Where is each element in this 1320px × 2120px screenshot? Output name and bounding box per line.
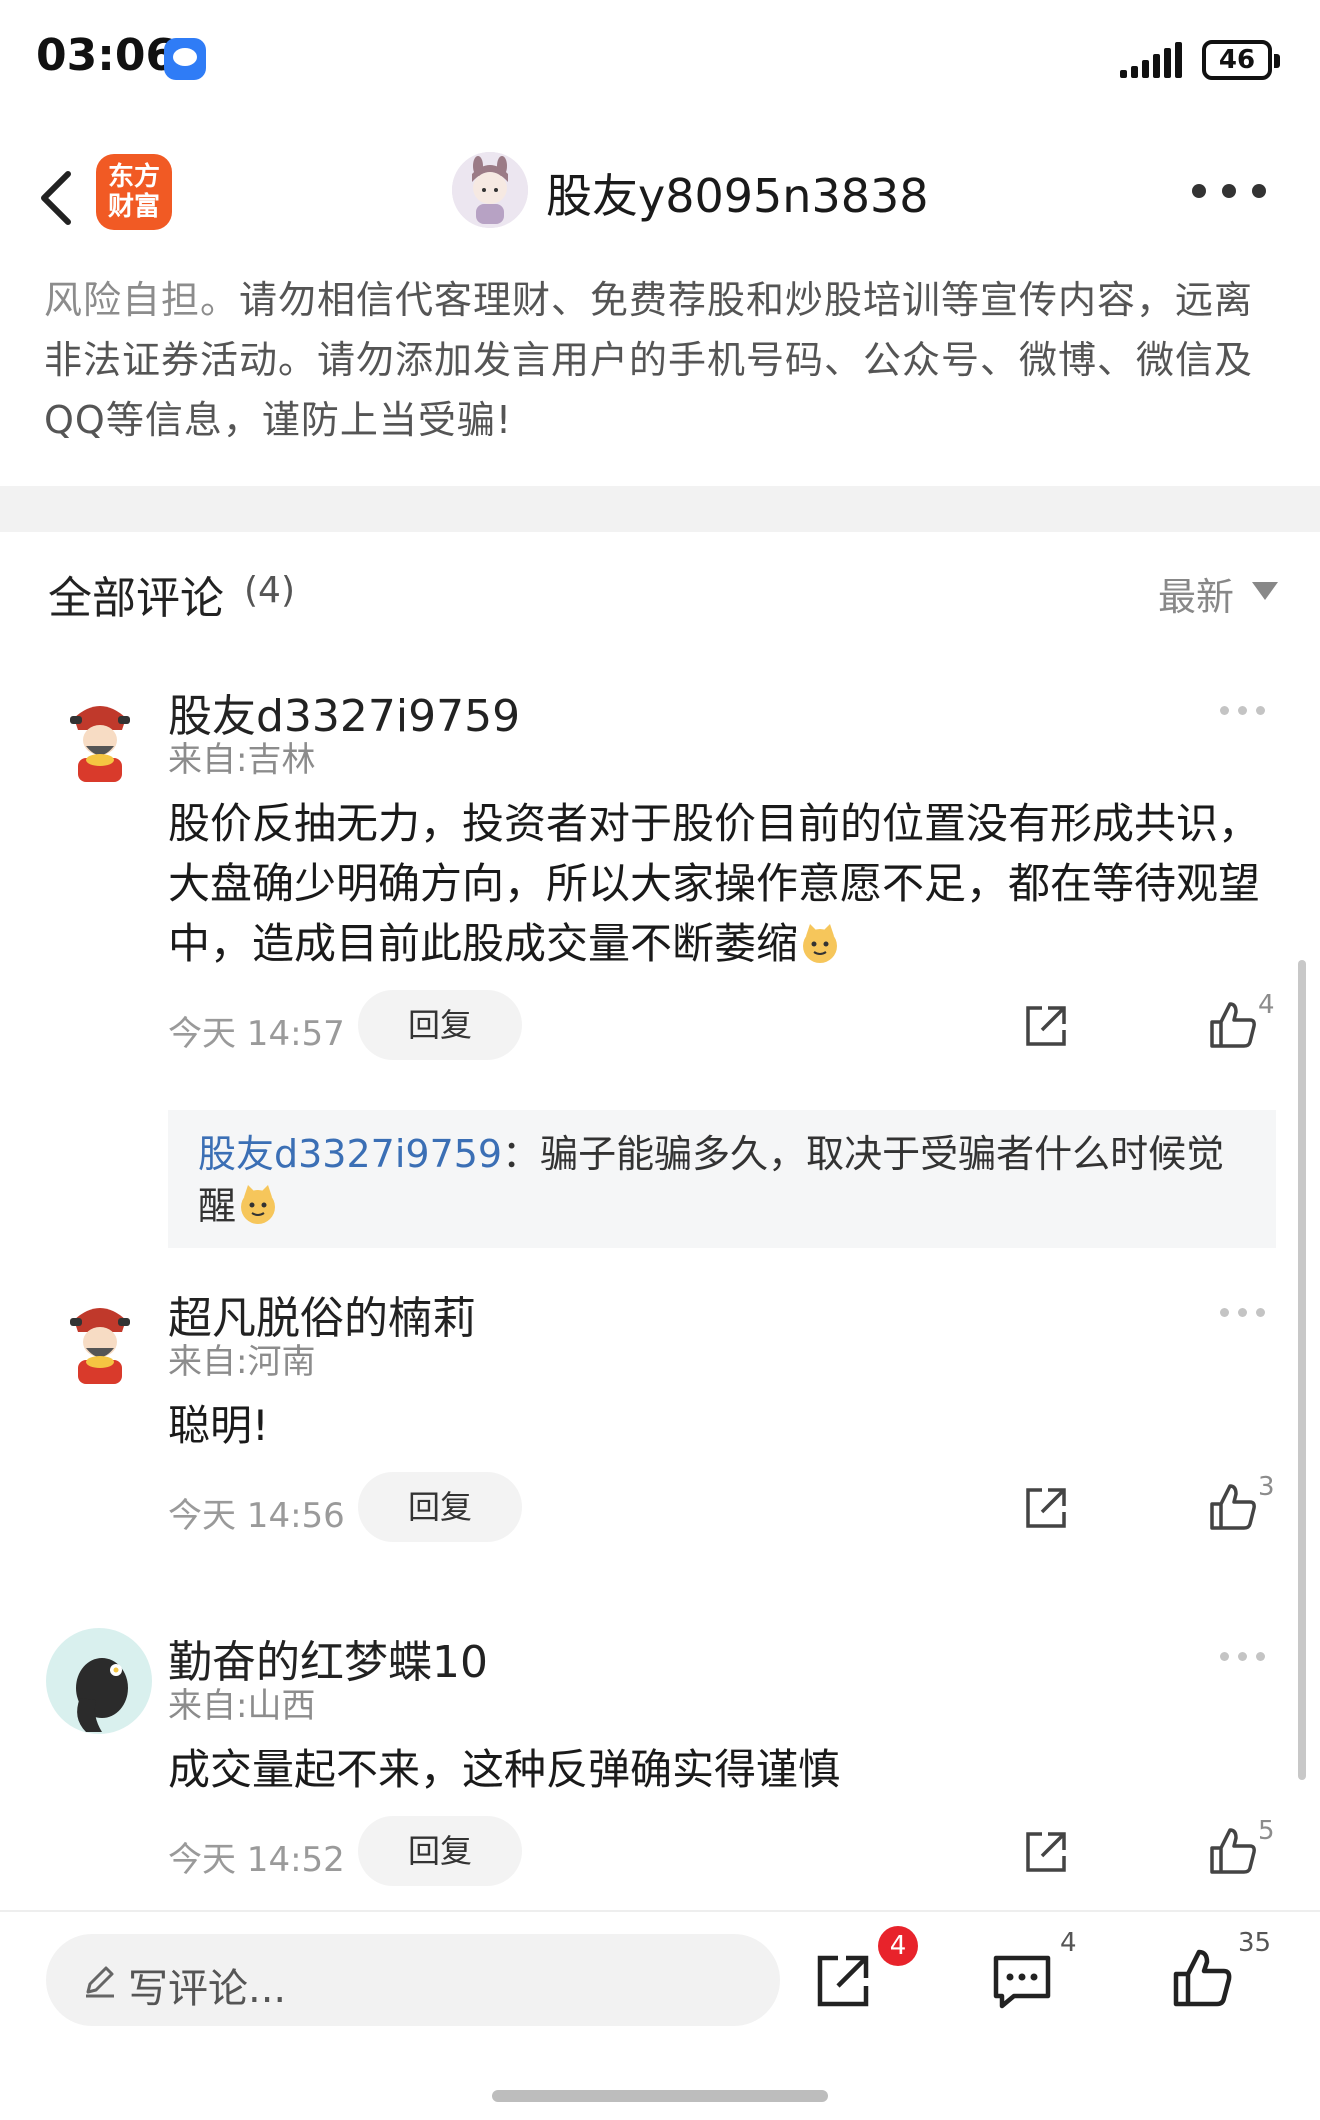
commenter-avatar[interactable] [46, 1628, 152, 1734]
like-icon[interactable] [1172, 1946, 1234, 2008]
risk-warning-lead: 风险自担。 [44, 278, 240, 322]
status-bar: 03:06 46 [0, 0, 1320, 120]
comment-more-icon[interactable] [1220, 1652, 1266, 1662]
comment-text-content: 股价反抽无力，投资者对于股价目前的位置没有形成共识，大盘确少明确方向，所以大家操… [168, 799, 1261, 968]
cat-emoji-icon [803, 924, 838, 963]
like-count: 4 [1258, 990, 1275, 1020]
back-arrow-icon[interactable] [36, 168, 76, 228]
write-comment-input[interactable]: 写评论... [46, 1934, 780, 2026]
comment-more-icon[interactable] [1220, 1308, 1266, 1318]
comment-icon[interactable] [992, 1954, 1052, 2010]
comment-more-icon[interactable] [1220, 706, 1266, 716]
signal-icon [1120, 42, 1190, 78]
like-icon[interactable] [1208, 1000, 1258, 1050]
risk-warning: 风险自担。请勿相信代客理财、免费荐股和炒股培训等宣传内容，远离非法证券活动。请勿… [44, 270, 1284, 450]
like-icon[interactable] [1208, 1826, 1258, 1876]
section-divider [0, 486, 1320, 532]
more-options-icon[interactable] [1192, 184, 1270, 200]
quoted-reply[interactable]: 股友d3327i9759：骗子能骗多久，取决于受骗者什么时候觉醒 [168, 1110, 1276, 1248]
share-icon[interactable] [812, 1950, 874, 2012]
status-time: 03:06 [36, 30, 177, 81]
like-count: 3 [1258, 1472, 1275, 1502]
comment-time: 今天 14:52 [168, 1840, 345, 1880]
reply-button[interactable]: 回复 [358, 1816, 522, 1886]
comments-title: 全部评论 [48, 573, 224, 624]
share-icon[interactable] [1022, 1002, 1070, 1050]
quoted-reply-author[interactable]: 股友d3327i9759 [198, 1132, 502, 1176]
app-logo-text: 东方财富 [108, 162, 161, 222]
write-comment-placeholder: 写评论... [128, 1966, 287, 2012]
commenter-location: 来自:山西 [168, 1686, 316, 1726]
commenter-location: 来自:河南 [168, 1342, 316, 1382]
share-badge: 4 [878, 1926, 918, 1966]
reply-button[interactable]: 回复 [358, 1472, 522, 1542]
message-notification-icon [164, 38, 206, 80]
home-indicator[interactable] [492, 2090, 828, 2102]
comments-count: (4) [244, 570, 295, 611]
fortune-god-avatar-icon [52, 690, 148, 786]
comment-time: 今天 14:57 [168, 1014, 345, 1054]
quoted-reply-colon: ： [502, 1132, 541, 1176]
user-avatar[interactable] [452, 152, 528, 228]
reply-button[interactable]: 回复 [358, 990, 522, 1060]
fortune-god-avatar-icon [52, 1292, 148, 1388]
battery-icon: 46 [1202, 40, 1280, 80]
commenter-avatar[interactable] [52, 1292, 148, 1388]
pen-icon [86, 1966, 114, 1998]
bottom-bar-divider [0, 1910, 1320, 1912]
comment-text: 聪明! [168, 1401, 269, 1450]
like-count: 35 [1238, 1928, 1272, 1958]
cat-emoji-icon [241, 1185, 276, 1224]
scrollbar[interactable] [1298, 960, 1306, 1780]
like-icon[interactable] [1208, 1482, 1258, 1532]
like-count: 5 [1258, 1816, 1275, 1846]
share-icon[interactable] [1022, 1828, 1070, 1876]
commenter-avatar[interactable] [52, 690, 148, 786]
top-header: 东方财富 股友y8095n3838 [0, 140, 1320, 250]
sort-dropdown[interactable]: 最新 [1158, 566, 1234, 621]
avatar-illustration-icon [452, 152, 528, 228]
page-title: 股友y8095n3838 [546, 169, 929, 223]
comment-text: 成交量起不来，这种反弹确实得谨慎 [168, 1745, 841, 1794]
girl-silhouette-avatar-icon [46, 1628, 152, 1734]
app-logo[interactable]: 东方财富 [96, 154, 172, 230]
comment-time: 今天 14:56 [168, 1496, 345, 1536]
comment-count: 4 [1060, 1928, 1077, 1958]
sort-caret-icon[interactable] [1252, 582, 1278, 600]
share-icon[interactable] [1022, 1484, 1070, 1532]
comment-text: 股价反抽无力，投资者对于股价目前的位置没有形成共识，大盘确少明确方向，所以大家操… [168, 794, 1268, 974]
commenter-location: 来自:吉林 [168, 740, 316, 780]
